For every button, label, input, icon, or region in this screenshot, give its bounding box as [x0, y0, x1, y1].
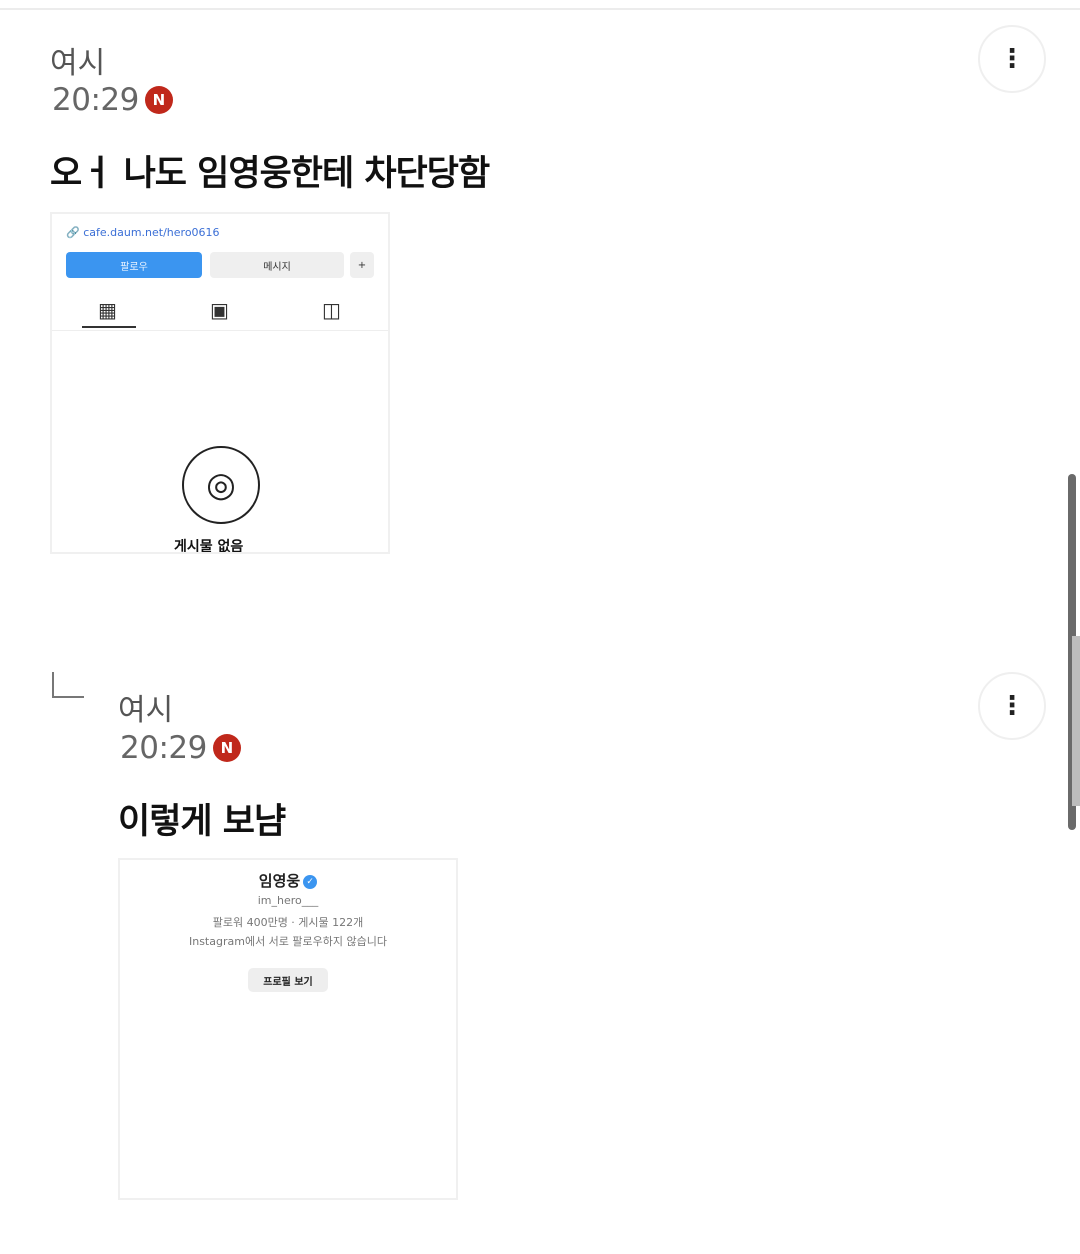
new-badge: N: [212, 734, 241, 762]
link-row: 🔗 cafe.daum.net/hero0616: [66, 226, 220, 239]
comment-body: 오ㅓ 나도 임영웅한테 차단당함: [50, 154, 490, 194]
camera-icon: ◎: [182, 446, 260, 524]
view-profile-button: 프로필 보기: [248, 968, 328, 992]
comment-image-attachment[interactable]: 🔗 cafe.daum.net/hero0616 팔로우 메시지 + ▦ ▣ ◫…: [50, 212, 390, 554]
profile-stats: 팔로워 400만명 · 게시물 122개: [212, 916, 364, 929]
add-person-button: +: [350, 252, 374, 278]
reply-arrow-icon: [52, 672, 84, 698]
more-options-button[interactable]: ⋮: [978, 672, 1046, 740]
scrollbar-edge: [1072, 636, 1080, 806]
empty-posts-text: 게시물 없음: [174, 539, 244, 554]
comment-image-attachment[interactable]: 임영웅 ✓ im_hero___ 팔로워 400만명 · 게시물 122개 Ins…: [118, 858, 458, 1200]
new-badge: N: [144, 86, 173, 114]
grid-icon: ▦: [98, 298, 117, 322]
follow-note: Instagram에서 서로 팔로우하지 않습니다: [188, 935, 387, 948]
more-vertical-icon: ⋮: [999, 44, 1025, 74]
active-tab-indicator: [82, 326, 136, 328]
message-button: 메시지: [210, 252, 344, 278]
profile-name-row: 임영웅 ✓: [120, 870, 456, 891]
tagged-icon: ◫: [322, 298, 341, 322]
comment-time: 20:29: [52, 82, 139, 118]
comment-body: 이렇게 보냠: [118, 802, 286, 842]
top-divider: [0, 0, 1080, 10]
link-icon: 🔗: [66, 226, 80, 239]
more-options-button[interactable]: ⋮: [978, 25, 1046, 93]
profile-handle: im_hero___: [257, 894, 319, 907]
reels-icon: ▣: [210, 298, 229, 322]
comment-meta: 20:29 N: [52, 82, 173, 118]
comment-author[interactable]: 여시: [50, 38, 105, 82]
comment-author[interactable]: 여시: [118, 685, 173, 729]
profile-name: 임영웅: [258, 872, 301, 890]
profile-link: cafe.daum.net/hero0616: [83, 226, 220, 239]
verified-badge-icon: ✓: [303, 874, 318, 889]
more-vertical-icon: ⋮: [999, 691, 1025, 721]
comment-meta: 20:29 N: [120, 730, 241, 766]
tab-divider: [52, 330, 388, 331]
comment-time: 20:29: [120, 730, 207, 766]
follow-button: 팔로우: [66, 252, 202, 278]
